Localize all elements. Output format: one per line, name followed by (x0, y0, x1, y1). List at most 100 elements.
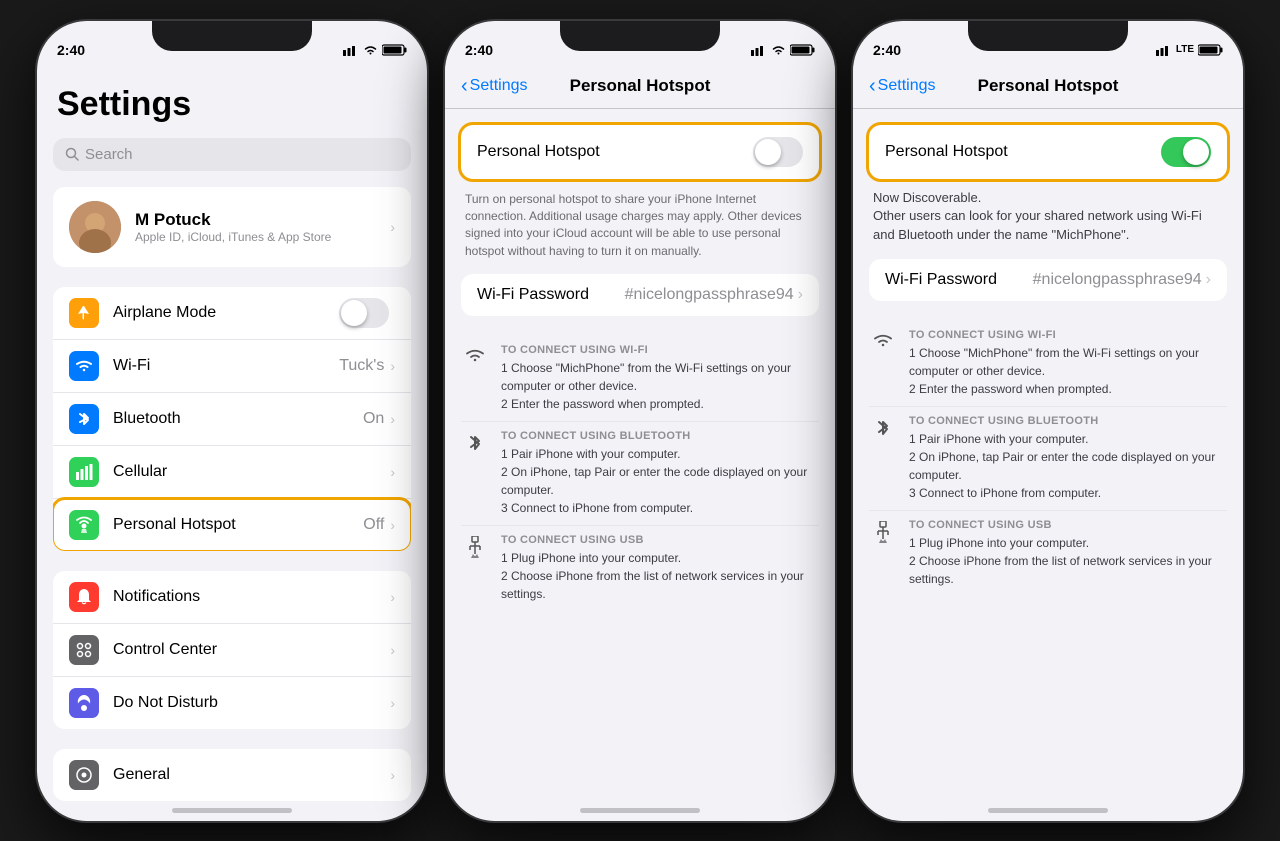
airplane-label: Airplane Mode (113, 304, 339, 322)
settings-row-airplane[interactable]: Airplane Mode (53, 287, 411, 340)
connect-bt-title-3: TO CONNECT USING BLUETOOTH (909, 415, 1227, 427)
connect-usb-icon-2 (461, 534, 489, 562)
nav-title-3: Personal Hotspot (978, 76, 1119, 96)
hotspot-value: Off (363, 516, 384, 534)
settings-group-network: Airplane Mode Wi-Fi Tuck's › (53, 287, 411, 551)
profile-info: M Potuck Apple ID, iCloud, iTunes & App … (135, 210, 376, 244)
profile-row[interactable]: M Potuck Apple ID, iCloud, iTunes & App … (53, 187, 411, 267)
connect-usb-3: TO CONNECT USING USB 1 Plug iPhone into … (869, 511, 1227, 596)
connect-wifi-text-2: TO CONNECT USING WI-FI 1 Choose "MichPho… (501, 344, 819, 413)
connect-usb-text-3: TO CONNECT USING USB 1 Plug iPhone into … (909, 519, 1227, 588)
signal-icon-3 (1156, 44, 1172, 56)
control-center-chevron: › (390, 642, 395, 658)
hotspot-toggle-switch-3[interactable] (1161, 137, 1211, 167)
phone-3: 2:40 LTE ‹ Settings Personal Hotspot Per… (853, 21, 1243, 821)
bluetooth-icon (69, 404, 99, 434)
connect-wifi-icon-3 (869, 329, 897, 349)
cellular-icon (69, 457, 99, 487)
nav-back-label-2: Settings (470, 77, 528, 95)
hotspot-label: Personal Hotspot (113, 516, 363, 534)
connect-wifi-title-3: TO CONNECT USING WI-FI (909, 329, 1227, 341)
hotspot-toggle-label-2: Personal Hotspot (477, 143, 600, 161)
connect-sections-3: TO CONNECT USING WI-FI 1 Choose "MichPho… (869, 321, 1227, 596)
cellular-label: Cellular (113, 463, 390, 481)
search-icon (65, 147, 79, 161)
nav-back-2[interactable]: ‹ Settings (461, 75, 527, 98)
settings-row-dnd[interactable]: Do Not Disturb › (53, 677, 411, 729)
signal-icon-2 (751, 44, 767, 56)
hotspot-chevron: › (390, 517, 395, 533)
phone-2: 2:40 ‹ Settings Personal Hotspot Persona… (445, 21, 835, 821)
dnd-label: Do Not Disturb (113, 694, 390, 712)
notch-3 (968, 21, 1128, 51)
settings-title: Settings (37, 73, 427, 132)
connect-wifi-3: TO CONNECT USING WI-FI 1 Choose "MichPho… (869, 321, 1227, 407)
settings-row-control[interactable]: Control Center › (53, 624, 411, 677)
dnd-chevron: › (390, 695, 395, 711)
connect-wifi-icon-2 (461, 344, 489, 364)
connect-usb-steps-2: 1 Plug iPhone into your computer.2 Choos… (501, 549, 819, 603)
bluetooth-label: Bluetooth (113, 410, 363, 428)
hotspot-icon (69, 510, 99, 540)
settings-row-wifi[interactable]: Wi-Fi Tuck's › (53, 340, 411, 393)
airplane-toggle[interactable] (339, 298, 389, 328)
wifi-password-row-2[interactable]: Wi-Fi Password #nicelongpassphrase94 › (461, 274, 819, 316)
connect-usb-2: TO CONNECT USING USB 1 Plug iPhone into … (461, 526, 819, 611)
nav-back-3[interactable]: ‹ Settings (869, 75, 935, 98)
notifications-label: Notifications (113, 588, 390, 606)
phone-1: 2:40 Settings Search M Potuc (37, 21, 427, 821)
wifi-status-icon (363, 44, 378, 56)
bluetooth-value: On (363, 410, 384, 428)
wifi-status-icon-2 (771, 44, 786, 56)
wifi-pw-chevron-2: › (798, 286, 803, 304)
connect-bt-text-3: TO CONNECT USING BLUETOOTH 1 Pair iPhone… (909, 415, 1227, 502)
profile-subtitle: Apple ID, iCloud, iTunes & App Store (135, 230, 376, 244)
connect-bt-title-2: TO CONNECT USING BLUETOOTH (501, 430, 819, 442)
status-icons-2 (751, 44, 815, 56)
connect-usb-title-2: TO CONNECT USING USB (501, 534, 819, 546)
settings-row-hotspot[interactable]: Personal Hotspot Off › (53, 499, 411, 551)
search-bar[interactable]: Search (53, 138, 411, 171)
signal-icon (343, 44, 359, 56)
connect-bt-steps-3: 1 Pair iPhone with your computer.2 On iP… (909, 430, 1227, 502)
settings-row-cellular[interactable]: Cellular › (53, 446, 411, 499)
hotspot-toggle-row-2[interactable]: Personal Hotspot (461, 125, 819, 179)
profile-chevron: › (390, 219, 395, 235)
wifi-icon (69, 351, 99, 381)
settings-row-general[interactable]: General › (53, 749, 411, 801)
home-indicator-1 (172, 808, 292, 813)
notch-2 (560, 21, 720, 51)
wifi-value: Tuck's (339, 357, 384, 375)
home-indicator-2 (580, 808, 700, 813)
dnd-icon (69, 688, 99, 718)
notifications-icon (69, 582, 99, 612)
settings-row-notifications[interactable]: Notifications › (53, 571, 411, 624)
connect-wifi-steps-3: 1 Choose "MichPhone" from the Wi-Fi sett… (909, 344, 1227, 398)
settings-content: Settings Search M Potuck Apple ID, iClou… (37, 65, 427, 821)
status-icons-3: LTE (1156, 44, 1223, 56)
connect-wifi-text-3: TO CONNECT USING WI-FI 1 Choose "MichPho… (909, 329, 1227, 398)
hotspot-screen-off: 2:40 ‹ Settings Personal Hotspot Persona… (445, 21, 835, 821)
notch-1 (152, 21, 312, 51)
hotspot-toggle-switch-2[interactable] (753, 137, 803, 167)
connect-bluetooth-2: TO CONNECT USING BLUETOOTH 1 Pair iPhone… (461, 422, 819, 526)
wifi-pw-label-3: Wi-Fi Password (885, 271, 997, 289)
wifi-pw-value-3: #nicelongpassphrase94 (1033, 271, 1202, 289)
nav-bar-3: ‹ Settings Personal Hotspot (853, 65, 1243, 109)
wifi-password-row-3[interactable]: Wi-Fi Password #nicelongpassphrase94 › (869, 259, 1227, 301)
settings-row-bluetooth[interactable]: Bluetooth On › (53, 393, 411, 446)
discoverable-notice: Now Discoverable.Other users can look fo… (869, 187, 1227, 260)
cellular-chevron: › (390, 464, 395, 480)
connect-usb-steps-3: 1 Plug iPhone into your computer.2 Choos… (909, 534, 1227, 588)
hotspot-description: Turn on personal hotspot to share your i… (461, 187, 819, 275)
discoverable-text: Now Discoverable.Other users can look fo… (873, 190, 1202, 243)
connect-usb-icon-3 (869, 519, 897, 547)
connect-bt-text-2: TO CONNECT USING BLUETOOTH 1 Pair iPhone… (501, 430, 819, 517)
battery-icon-2 (790, 44, 815, 56)
connect-usb-title-3: TO CONNECT USING USB (909, 519, 1227, 531)
control-center-icon (69, 635, 99, 665)
wifi-chevron: › (390, 358, 395, 374)
hotspot-toggle-row-3[interactable]: Personal Hotspot (869, 125, 1227, 179)
connect-wifi-title-2: TO CONNECT USING WI-FI (501, 344, 819, 356)
settings-screen: 2:40 Settings Search M Potuc (37, 21, 427, 821)
